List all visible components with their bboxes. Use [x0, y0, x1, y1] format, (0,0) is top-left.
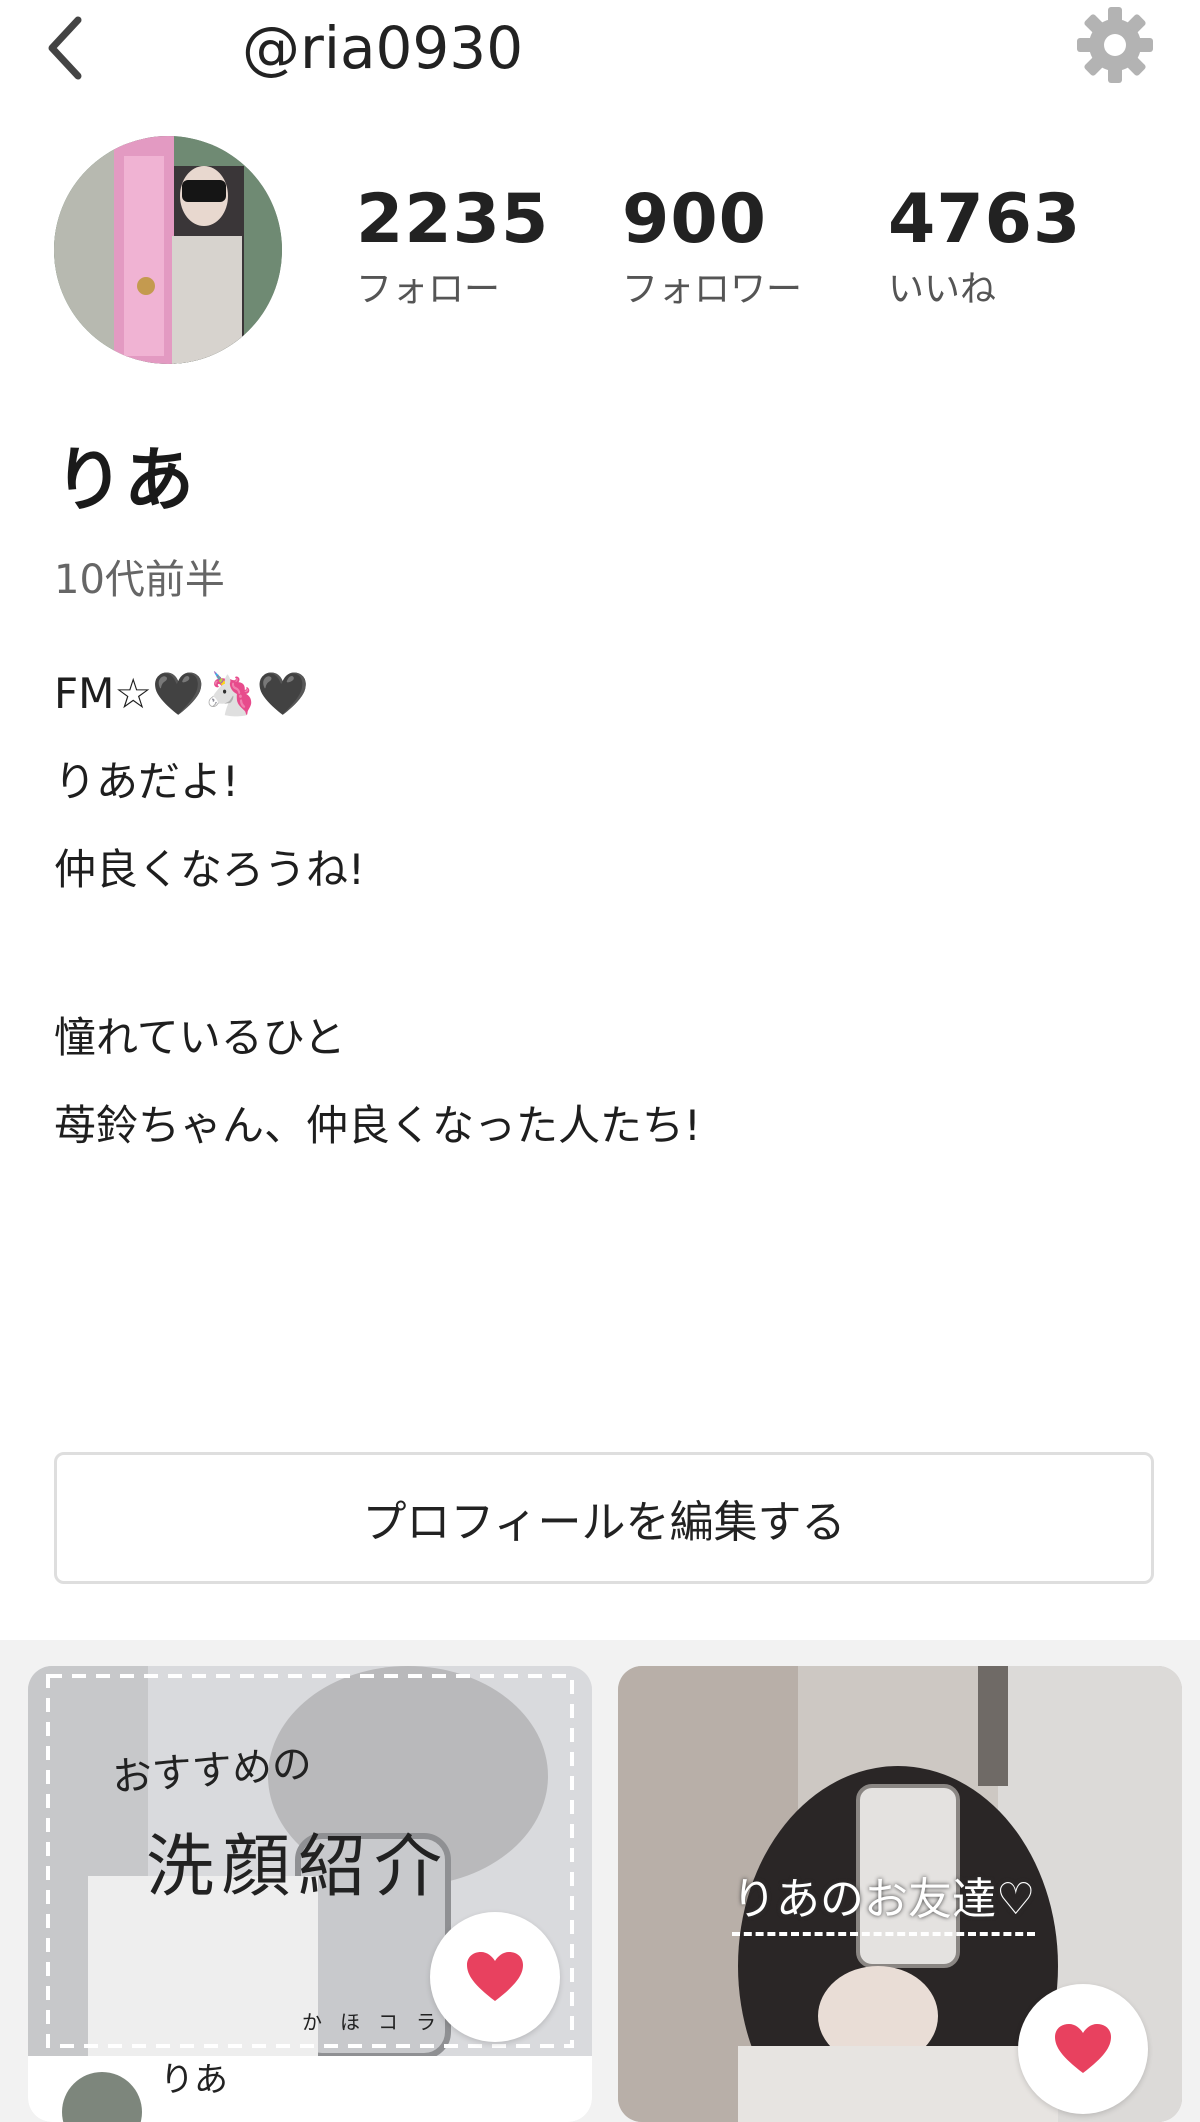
post-title-large: 洗顔紹介 — [146, 1828, 451, 1907]
follow-label: フォロー — [356, 269, 501, 310]
likes-count: 4763 — [888, 180, 1082, 259]
age-range: 10代前半 — [54, 557, 225, 603]
settings-button[interactable] — [1072, 0, 1158, 90]
followers-count: 900 — [622, 180, 767, 259]
likes-label: いいね — [888, 269, 997, 310]
bio-line: 苺鈴ちゃん、仲良くなった人たち! — [54, 1101, 701, 1150]
bio: FM☆🖤🦄🖤 りあだよ! 仲良くなろうね! 憧れているひと 苺鈴ちゃん、仲良くな… — [54, 650, 1144, 1170]
bio-line: 仲良くなろうね! — [54, 845, 365, 894]
gear-icon — [1077, 7, 1153, 83]
post-title: りあのお友達♡ — [732, 1872, 1036, 1936]
author-name: りあ — [160, 2060, 228, 2100]
bio-line: 憧れているひと — [54, 1013, 346, 1062]
bio-line: FM☆🖤🦄🖤 — [54, 669, 309, 718]
post-watermark: かほコラ — [302, 2010, 454, 2034]
follow-stat[interactable]: 2235 フォロー — [356, 180, 549, 314]
top-bar: @ria0930 — [0, 0, 1200, 110]
likes-stat[interactable]: 4763 いいね — [888, 180, 1081, 314]
like-button[interactable] — [1018, 1984, 1148, 2114]
followers-stat[interactable]: 900 フォロワー — [622, 180, 802, 314]
avatar-photo — [54, 136, 282, 364]
heart-icon — [1055, 2024, 1111, 2073]
author-avatar — [62, 2072, 142, 2122]
post-author: りあ — [28, 2056, 592, 2122]
profile-avatar[interactable] — [54, 136, 282, 364]
post-card[interactable]: おすすめの 洗顔紹介 かほコラ りあ — [28, 1666, 592, 2122]
display-name: りあ — [54, 439, 194, 521]
username-handle: @ria0930 — [242, 14, 524, 82]
followers-label: フォロワー — [622, 269, 803, 310]
heart-icon — [467, 1952, 523, 2001]
like-button[interactable] — [430, 1912, 560, 2042]
back-button[interactable] — [44, 8, 104, 88]
profile-page: @ria0930 2235 フォロー 900 フォロワー 4763 いいね りあ… — [0, 0, 1200, 2122]
bio-line: りあだよ! — [54, 757, 239, 806]
follow-count: 2235 — [356, 180, 550, 259]
bio-line-blank — [54, 914, 1144, 994]
edit-profile-button[interactable]: プロフィールを編集する — [54, 1452, 1154, 1584]
post-card[interactable]: りあのお友達♡ — [618, 1666, 1182, 2122]
chevron-left-icon — [48, 16, 82, 80]
